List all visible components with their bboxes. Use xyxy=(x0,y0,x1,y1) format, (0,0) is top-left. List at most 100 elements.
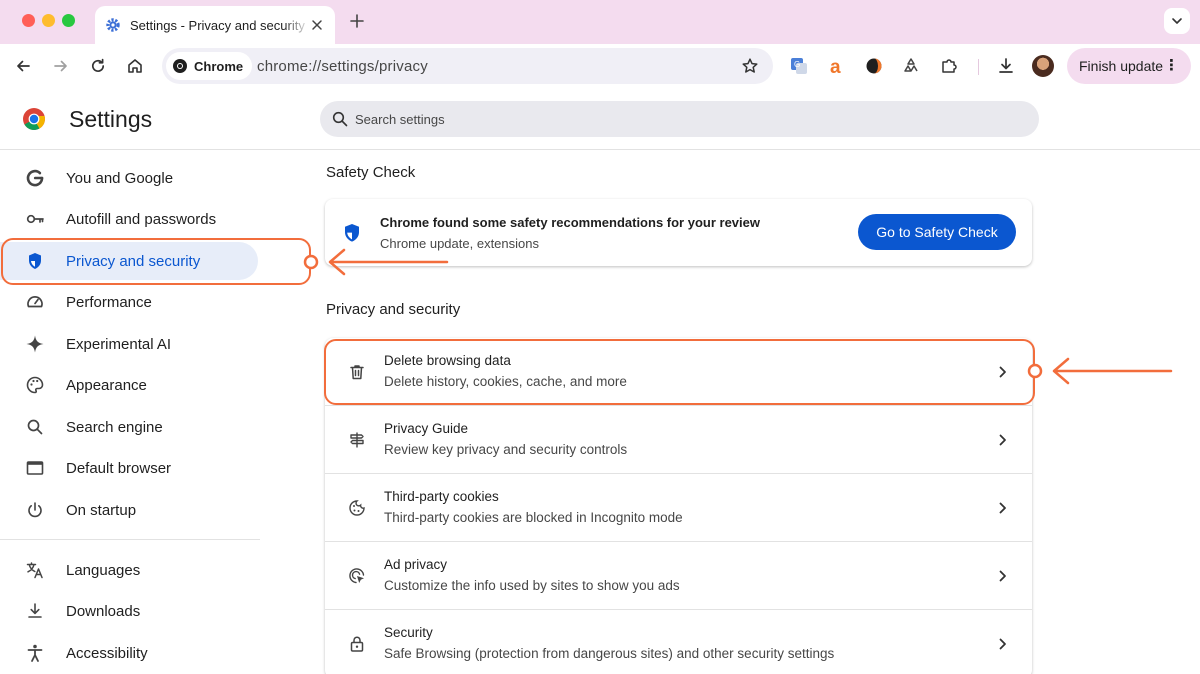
shield-check-icon xyxy=(343,223,361,243)
sidebar-item-label: Default browser xyxy=(66,459,172,477)
tab-strip: Settings - Privacy and security xyxy=(0,0,1200,44)
toolbar-separator xyxy=(978,59,979,75)
reload-icon[interactable] xyxy=(88,56,108,76)
cookie-icon xyxy=(347,498,367,518)
sparkle-icon xyxy=(25,334,45,354)
list-item-title: Ad privacy xyxy=(384,557,448,572)
close-window-button[interactable] xyxy=(22,14,35,27)
settings-sidebar: You and Google Autofill and passwords Pr… xyxy=(0,150,300,674)
sidebar-item-label: You and Google xyxy=(66,169,174,187)
chip-label: Chrome xyxy=(194,58,244,74)
sidebar-item-on-startup[interactable]: On startup xyxy=(0,491,258,529)
svg-text:a: a xyxy=(830,57,841,76)
power-icon xyxy=(25,500,45,520)
sidebar-divider xyxy=(0,539,260,540)
chevron-right-icon xyxy=(998,432,1008,448)
list-item-ad-privacy[interactable]: Ad privacy Customize the info used by si… xyxy=(325,542,1032,610)
google-g-icon xyxy=(25,168,45,188)
palette-icon xyxy=(25,375,45,395)
browser-window-icon xyxy=(25,458,45,478)
page-title: Settings xyxy=(69,106,153,132)
orange-extension-icon[interactable] xyxy=(864,56,884,76)
sidebar-item-experimental-ai[interactable]: Experimental AI xyxy=(0,325,258,363)
key-icon xyxy=(25,209,45,229)
search-icon xyxy=(332,111,348,127)
translate-extension-icon[interactable]: G xyxy=(789,56,809,76)
annotation-highlight-delete-row xyxy=(324,339,1035,405)
address-bar[interactable]: Chrome chrome://settings/privacy xyxy=(162,48,773,84)
sidebar-item-default-browser[interactable]: Default browser xyxy=(0,449,258,487)
tab-title: Settings - Privacy and security xyxy=(130,17,305,33)
lock-icon xyxy=(347,634,367,654)
minimize-window-button[interactable] xyxy=(42,14,55,27)
profile-avatar[interactable] xyxy=(1032,55,1054,77)
sidebar-item-search-engine[interactable]: Search engine xyxy=(0,408,258,446)
sidebar-item-downloads[interactable]: Downloads xyxy=(0,592,258,630)
browser-toolbar: Chrome chrome://settings/privacy G a Fin… xyxy=(0,44,1200,88)
gear-icon xyxy=(105,17,121,33)
sidebar-item-performance[interactable]: Performance xyxy=(0,283,258,321)
gauge-icon xyxy=(25,292,45,312)
more-menu-icon[interactable]: ⋮ xyxy=(1164,58,1179,74)
sidebar-item-label: Downloads xyxy=(66,602,141,620)
search-placeholder: Search settings xyxy=(355,112,445,127)
list-item-title: Privacy Guide xyxy=(384,421,469,436)
safety-check-title: Chrome found some safety recommendations… xyxy=(380,215,760,230)
sidebar-item-languages[interactable]: Languages xyxy=(0,551,258,589)
sidebar-item-appearance[interactable]: Appearance xyxy=(0,366,258,404)
privacy-security-heading: Privacy and security xyxy=(326,301,461,318)
finish-update-label: Finish update xyxy=(1079,58,1164,74)
sidebar-item-label: Appearance xyxy=(66,376,147,394)
list-item-subtitle: Third-party cookies are blocked in Incog… xyxy=(384,510,683,525)
ad-target-icon xyxy=(347,566,367,586)
sidebar-item-autofill[interactable]: Autofill and passwords xyxy=(0,200,258,238)
chevron-down-icon xyxy=(1172,18,1182,24)
svg-text:G: G xyxy=(794,60,800,69)
chevron-right-icon xyxy=(998,500,1008,516)
sidebar-item-label: Autofill and passwords xyxy=(66,210,217,228)
annotation-highlight-sidebar xyxy=(1,238,311,285)
close-tab-icon[interactable] xyxy=(309,17,325,33)
tab-search-button[interactable] xyxy=(1164,8,1190,34)
search-icon xyxy=(25,417,45,437)
chevron-right-icon xyxy=(998,636,1008,652)
annotation-arrow-right xyxy=(1027,357,1173,385)
url-text[interactable]: chrome://settings/privacy xyxy=(257,58,428,75)
sidebar-item-label: Languages xyxy=(66,561,141,579)
site-chip[interactable]: Chrome xyxy=(166,52,253,80)
sidebar-item-label: Experimental AI xyxy=(66,335,172,353)
home-icon[interactable] xyxy=(125,56,145,76)
signpost-icon xyxy=(347,430,367,450)
chevron-right-icon xyxy=(998,568,1008,584)
sidebar-item-accessibility[interactable]: Accessibility xyxy=(0,634,258,672)
list-item-security[interactable]: Security Safe Browsing (protection from … xyxy=(325,610,1032,674)
sidebar-item-label: Accessibility xyxy=(66,644,148,662)
list-item-privacy-guide[interactable]: Privacy Guide Review key privacy and sec… xyxy=(325,406,1032,474)
sidebar-item-label: Performance xyxy=(66,293,152,311)
puzzle-icon[interactable] xyxy=(939,56,959,76)
list-item-subtitle: Safe Browsing (protection from dangerous… xyxy=(384,646,835,661)
list-item-title: Security xyxy=(384,625,433,640)
sidebar-item-label: On startup xyxy=(66,501,137,519)
safety-check-card: Chrome found some safety recommendations… xyxy=(325,199,1032,266)
download-icon[interactable] xyxy=(996,56,1016,76)
recycle-extension-icon[interactable] xyxy=(901,56,921,76)
tab-settings[interactable]: Settings - Privacy and security xyxy=(95,6,335,44)
list-item-third-party-cookies[interactable]: Third-party cookies Third-party cookies … xyxy=(325,474,1032,542)
zoom-window-button[interactable] xyxy=(62,14,75,27)
safety-check-heading: Safety Check xyxy=(326,164,416,181)
search-settings-input[interactable]: Search settings xyxy=(320,101,1039,137)
go-to-safety-check-button[interactable]: Go to Safety Check xyxy=(858,214,1016,250)
forward-icon[interactable] xyxy=(51,56,71,76)
list-item-subtitle: Customize the info used by sites to show… xyxy=(384,578,680,593)
accessibility-icon xyxy=(25,643,45,663)
chrome-chip-icon xyxy=(173,59,187,73)
sidebar-item-label: Search engine xyxy=(66,418,163,436)
settings-header: Settings Search settings xyxy=(0,88,1200,150)
finish-update-button[interactable]: Finish update ⋮ xyxy=(1067,48,1191,84)
back-icon[interactable] xyxy=(13,56,33,76)
sidebar-item-you-and-google[interactable]: You and Google xyxy=(0,159,258,197)
a-extension-icon[interactable]: a xyxy=(827,56,847,76)
bookmark-star-icon[interactable] xyxy=(741,57,759,75)
new-tab-icon[interactable] xyxy=(348,12,366,30)
